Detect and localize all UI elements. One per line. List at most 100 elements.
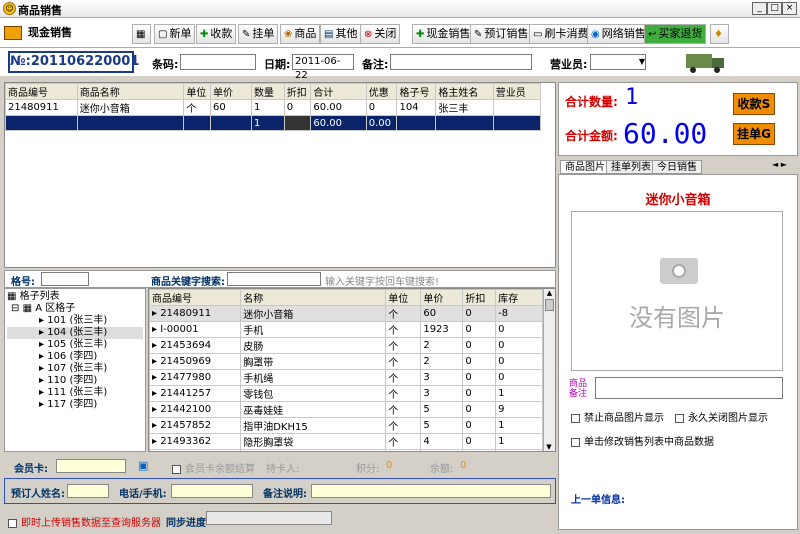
scrollbar[interactable]: ▲ ▼ (543, 289, 555, 451)
tree-item[interactable]: ▸ 111 (张三丰) (7, 387, 143, 399)
tab-scroll-icon[interactable]: ◄ ► (772, 160, 787, 169)
table-row[interactable]: ▸ 21442100 巫毒娃娃个 5 0 9 (149, 401, 543, 418)
window-title: 商品销售 (18, 4, 62, 17)
tree-item[interactable]: ▸ 104 (张三丰) (7, 327, 143, 339)
mode-label: 现金销售 (4, 22, 72, 44)
order-number: №:201106220001 (8, 51, 139, 73)
chevron-down-icon: ▼ (638, 57, 645, 66)
tree-item[interactable]: ▸ 105 (张三丰) (7, 339, 143, 351)
minimize-button[interactable]: _ (752, 2, 767, 15)
tree-item[interactable]: ▸ 117 (李四) (7, 399, 143, 411)
table-row[interactable]: 21480911 迷你小音箱个 60 1 0 60.00 0 104 张三丰 (5, 99, 542, 116)
product-image-box: 没有图片 (571, 211, 783, 371)
table-row[interactable]: ▸ 21493362 隐形胸罩袋个 4 0 1 (149, 433, 543, 450)
table-row[interactable]: ▸ I-00001 手机个 1923 0 0 (149, 321, 543, 338)
col-header: 单位 (183, 83, 211, 100)
col-header: 合计 (310, 83, 367, 100)
phone-label: 电话/手机: (119, 489, 167, 500)
pay-button[interactable]: 收款S (733, 93, 775, 115)
search-hint: 输入关键字按回车键搜索! (325, 277, 440, 288)
reserve-icon: ✎ (474, 29, 483, 40)
col-header: 优惠 (365, 83, 398, 100)
cash-sale-button[interactable]: ✚ 现金销售 (412, 24, 475, 44)
other-button[interactable]: ▤ 其他 (320, 24, 362, 44)
sync-label: 同步进度 (166, 518, 206, 529)
grid-icon (4, 26, 22, 40)
cell-input[interactable] (41, 272, 89, 286)
app-icon: ☺ (3, 2, 16, 15)
pin-icon: ✎ (242, 29, 251, 40)
summary-panel: 合计数量: 1 合计金额: 60.00 收款S 挂单G (558, 82, 798, 156)
clerk-select[interactable]: ▼ (590, 54, 646, 70)
table-row[interactable]: ▸ 21441257 零钱包个 3 0 1 (149, 385, 543, 402)
doc-icon: ▢ (158, 29, 168, 40)
amount-value: 60.00 (623, 117, 708, 150)
receive-button[interactable]: ✚ 收款 (196, 24, 237, 44)
tab-hold-list[interactable]: 挂单列表 (606, 160, 656, 174)
close-button[interactable]: ⊗ 关闭 (360, 24, 401, 44)
close-window-button[interactable]: × (782, 2, 797, 15)
disable-image-option[interactable]: 禁止商品图片显示 (571, 409, 664, 424)
goods-button[interactable]: ❀ 商品 (280, 24, 321, 44)
col-header: 库存 (495, 289, 543, 306)
balance-label: 余额: (430, 464, 454, 475)
holder-label: 持卡人: (266, 464, 300, 475)
note-input[interactable] (311, 484, 551, 498)
tree-item[interactable]: ▸ 107 (张三丰) (7, 363, 143, 375)
maximize-button[interactable]: □ (767, 2, 782, 15)
barcode-input[interactable] (180, 54, 256, 70)
points-value: 0 (386, 460, 393, 471)
balance-pay-option[interactable]: 会员卡余额结算 (172, 460, 255, 475)
date-input[interactable]: 2011-06-22 (292, 54, 354, 81)
hold-order-button[interactable]: 挂单G (733, 123, 775, 145)
qty-label: 合计数量: (565, 95, 618, 109)
tree-root[interactable]: ▦ 格子列表 (7, 291, 143, 303)
stock-grid[interactable]: 商品编号 名称 单位 单价 折扣 库存 ▸ 21480911 迷你小音箱个 60 0-… (148, 288, 556, 452)
close-image-option[interactable]: 永久关闭图片显示 (675, 409, 768, 424)
remark-input[interactable] (390, 54, 532, 70)
member-bar: 会员卡: ▣ 会员卡余额结算 持卡人: 积分: 0 余额: 0 (4, 456, 556, 478)
calculator-button[interactable]: ▦ (132, 24, 152, 44)
table-row[interactable]: ▸ 21450969 胸罩带个 2 0 0 (149, 353, 543, 370)
cell-tree[interactable]: ▦ 格子列表 ⊟ ▦ A 区格子 ▸ 101 (张三丰) ▸ 104 (张三丰)… (4, 288, 146, 452)
col-header: 数量 (250, 83, 285, 100)
reserve-sale-button[interactable]: ✎ 预订销售 (470, 24, 533, 44)
hold-button[interactable]: ✎ 挂单 (238, 24, 279, 44)
col-header: 格子号 (396, 83, 437, 100)
member-card-input[interactable] (56, 459, 126, 473)
balance-value: 0 (460, 460, 467, 471)
sales-grid[interactable]: 商品编号 商品名称 单位 单价 数量 折扣 合计 优惠 格子号 格主姓名 营业员… (4, 82, 556, 268)
qty-value: 1 (625, 85, 639, 110)
tab-product-image[interactable]: 商品图片 (560, 160, 610, 174)
table-row[interactable]: ▸ 21453694 皮肠个 2 0 0 (149, 337, 543, 354)
truck-icon (686, 52, 724, 73)
col-header: 商品编号 (5, 83, 78, 100)
product-remark-input[interactable] (595, 377, 783, 399)
reserver-name-label: 预订人姓名: (11, 489, 65, 500)
sales-header: 商品编号 商品名称 单位 单价 数量 折扣 合计 优惠 格子号 格主姓名 营业员 (5, 83, 542, 100)
tab-today-sales[interactable]: 今日销售 (652, 160, 702, 174)
card-pay-button[interactable]: ▭ 刷卡消费 (529, 24, 593, 44)
col-header: 商品编号 (149, 289, 242, 306)
card-reader-icon[interactable]: ▣ (138, 459, 148, 472)
sync-progress (206, 511, 332, 525)
keyword-input[interactable] (227, 272, 321, 286)
return-button[interactable]: ↩ 买家退货 (644, 24, 707, 44)
table-row[interactable]: ▸ 21480911 迷你小音箱个 60 0 -8 (149, 305, 543, 322)
col-header: 格主姓名 (435, 83, 494, 100)
tree-item[interactable]: ▸ 110 (李四) (7, 375, 143, 387)
table-row[interactable]: ▸ 21457852 指甲油DKH15 个 5 0 1 (149, 417, 543, 434)
table-row[interactable]: ▸ 21477980 手机绳个 3 0 0 (149, 369, 543, 386)
tree-item[interactable]: ▸ 106 (李四) (7, 351, 143, 363)
edit-on-click-option[interactable]: 单击修改销售列表中商品数据 (571, 433, 714, 448)
upload-option[interactable]: 即时上传销售数据至查询服务器 (8, 514, 161, 529)
table-row[interactable]: ▸ 21443800扇子个301 (149, 449, 543, 451)
reserver-name-input[interactable] (67, 484, 109, 498)
new-order-button[interactable]: ▢ 新单 (154, 24, 196, 44)
last-order-info: 上一单信息: (571, 495, 625, 506)
phone-input[interactable] (171, 484, 253, 498)
online-sale-button[interactable]: ◉ 网络销售 (587, 24, 650, 44)
tree-item[interactable]: ▸ 101 (张三丰) (7, 315, 143, 327)
help-button[interactable]: ♦ (710, 24, 729, 44)
tree-zone[interactable]: ⊟ ▦ A 区格子 (7, 303, 143, 315)
